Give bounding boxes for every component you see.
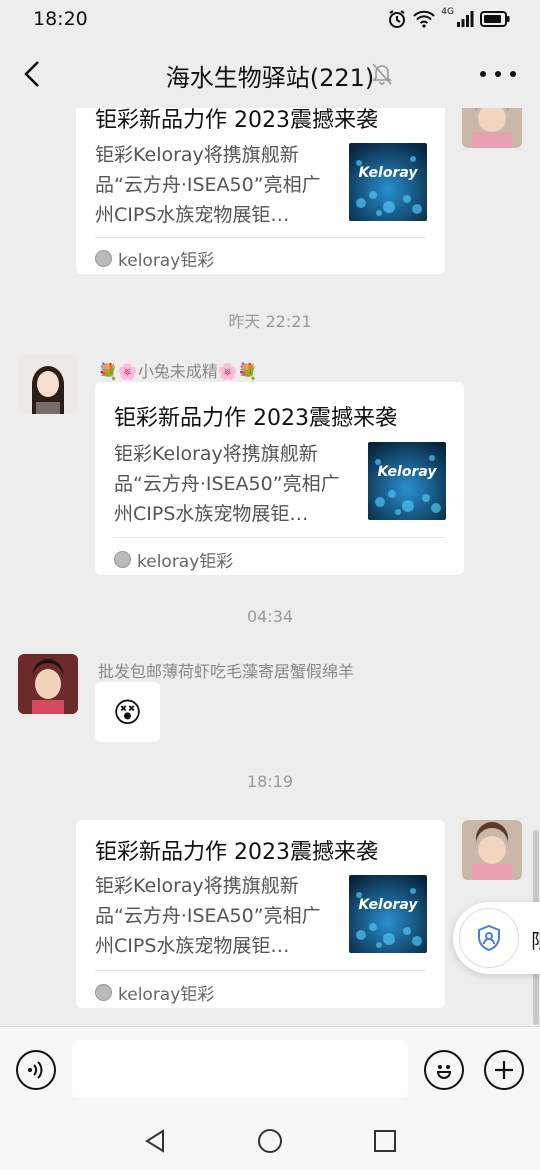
plus-icon: [495, 1061, 513, 1079]
floating-label: 限: [531, 925, 540, 954]
smiley-icon: [436, 1065, 452, 1079]
nav-back-button[interactable]: [140, 1126, 170, 1156]
status-icons: 4G: [387, 7, 510, 29]
card-description: 钜彩Keloray将携旗舰新品“云方舟·ISEA50”亮相广州CIPS水族宠物展…: [95, 144, 321, 226]
network-type-label: 4G: [441, 7, 454, 17]
status-bar: 18:20 4G: [0, 0, 540, 40]
timestamp: 昨天 22:21: [228, 312, 312, 331]
card-thumbnail: Keloray: [349, 143, 427, 221]
card-divider: [95, 970, 426, 971]
more-actions-button[interactable]: [484, 1050, 524, 1090]
wifi-icon: [413, 10, 436, 28]
card-title: 钜彩新品力作 2023震撼来袭: [95, 840, 378, 865]
link-card[interactable]: 钜彩新品力作 2023震撼来袭 钜彩Keloray将携旗舰新品“云方舟·ISEA…: [76, 820, 445, 1008]
square-recents-icon: [374, 1130, 396, 1152]
chat-title: 海水生物驿站(221): [165, 64, 375, 92]
card-divider: [95, 237, 426, 238]
more-options-button[interactable]: [480, 64, 516, 84]
card-divider: [114, 537, 445, 538]
sender-avatar[interactable]: [18, 654, 78, 714]
card-title: 钜彩新品力作 2023震撼来袭: [114, 406, 397, 431]
floating-security-button[interactable]: 限: [453, 902, 540, 974]
card-source: keloray钜彩: [95, 246, 214, 271]
thumb-brand-text: Keloray: [377, 464, 437, 480]
battery-icon: [480, 11, 510, 27]
more-dot-icon: [495, 71, 501, 77]
card-source: keloray钜彩: [95, 980, 214, 1005]
mute-bell-icon: [372, 63, 392, 85]
system-nav-bar: [0, 1108, 540, 1170]
card-source: keloray钜彩: [114, 547, 233, 572]
triangle-back-icon: [145, 1129, 164, 1153]
message-input[interactable]: [72, 1040, 408, 1098]
status-time: 18:20: [33, 8, 88, 30]
emoji-content: 😵: [112, 695, 143, 729]
more-dot-icon: [480, 71, 486, 77]
card-title: 钜彩新品力作 2023震撼来袭: [95, 108, 378, 133]
self-avatar[interactable]: [462, 108, 522, 148]
more-dot-icon: [510, 71, 516, 77]
sender-avatar[interactable]: [18, 354, 78, 414]
card-source-name: keloray钜彩: [118, 985, 215, 1005]
nav-recents-button[interactable]: [370, 1126, 400, 1156]
link-card[interactable]: 钜彩新品力作 2023震撼来袭 钜彩Keloray将携旗舰新品“云方舟·ISEA…: [95, 382, 464, 575]
shield-user-icon: [478, 924, 500, 952]
voice-input-button[interactable]: [16, 1050, 56, 1090]
source-logo-icon: [95, 250, 112, 267]
card-description: 钜彩Keloray将携旗舰新品“云方舟·ISEA50”亮相广州CIPS水族宠物展…: [95, 875, 321, 957]
timestamp: 04:34: [246, 607, 294, 626]
chat-area[interactable]: 钜彩新品力作 2023震撼来袭 钜彩Keloray将携旗舰新品“云方舟·ISEA…: [0, 108, 540, 1026]
alarm-icon: [389, 10, 406, 28]
card-description: 钜彩Keloray将携旗舰新品“云方舟·ISEA50”亮相广州CIPS水族宠物展…: [114, 443, 340, 525]
title-bar: 海水生物驿站(221): [0, 40, 540, 108]
shield-user-badge: [459, 908, 519, 968]
link-card[interactable]: 钜彩新品力作 2023震撼来袭 钜彩Keloray将携旗舰新品“云方舟·ISEA…: [76, 108, 445, 274]
emoji-button[interactable]: [424, 1050, 464, 1090]
signal-icon: [457, 11, 474, 27]
sender-name: 💐🌸小兔未成精🌸💐: [98, 362, 258, 381]
emoji-bubble[interactable]: 😵: [95, 682, 160, 742]
source-logo-icon: [95, 984, 112, 1001]
voice-icon: [28, 1061, 43, 1079]
card-thumbnail: Keloray: [349, 875, 427, 953]
timestamp: 18:19: [246, 772, 294, 791]
card-source-name: keloray钜彩: [137, 552, 234, 572]
sender-name: 批发包邮薄荷虾吃毛藻寄居蟹假绵羊: [98, 662, 355, 681]
thumb-brand-text: Keloray: [358, 897, 418, 913]
card-source-name: keloray钜彩: [118, 251, 215, 271]
input-bar: [0, 1026, 540, 1108]
circle-home-icon: [258, 1129, 282, 1153]
card-thumbnail: Keloray: [368, 442, 446, 520]
self-avatar[interactable]: [462, 820, 522, 880]
source-logo-icon: [114, 551, 131, 568]
nav-home-button[interactable]: [255, 1126, 285, 1156]
thumb-brand-text: Keloray: [358, 165, 418, 181]
